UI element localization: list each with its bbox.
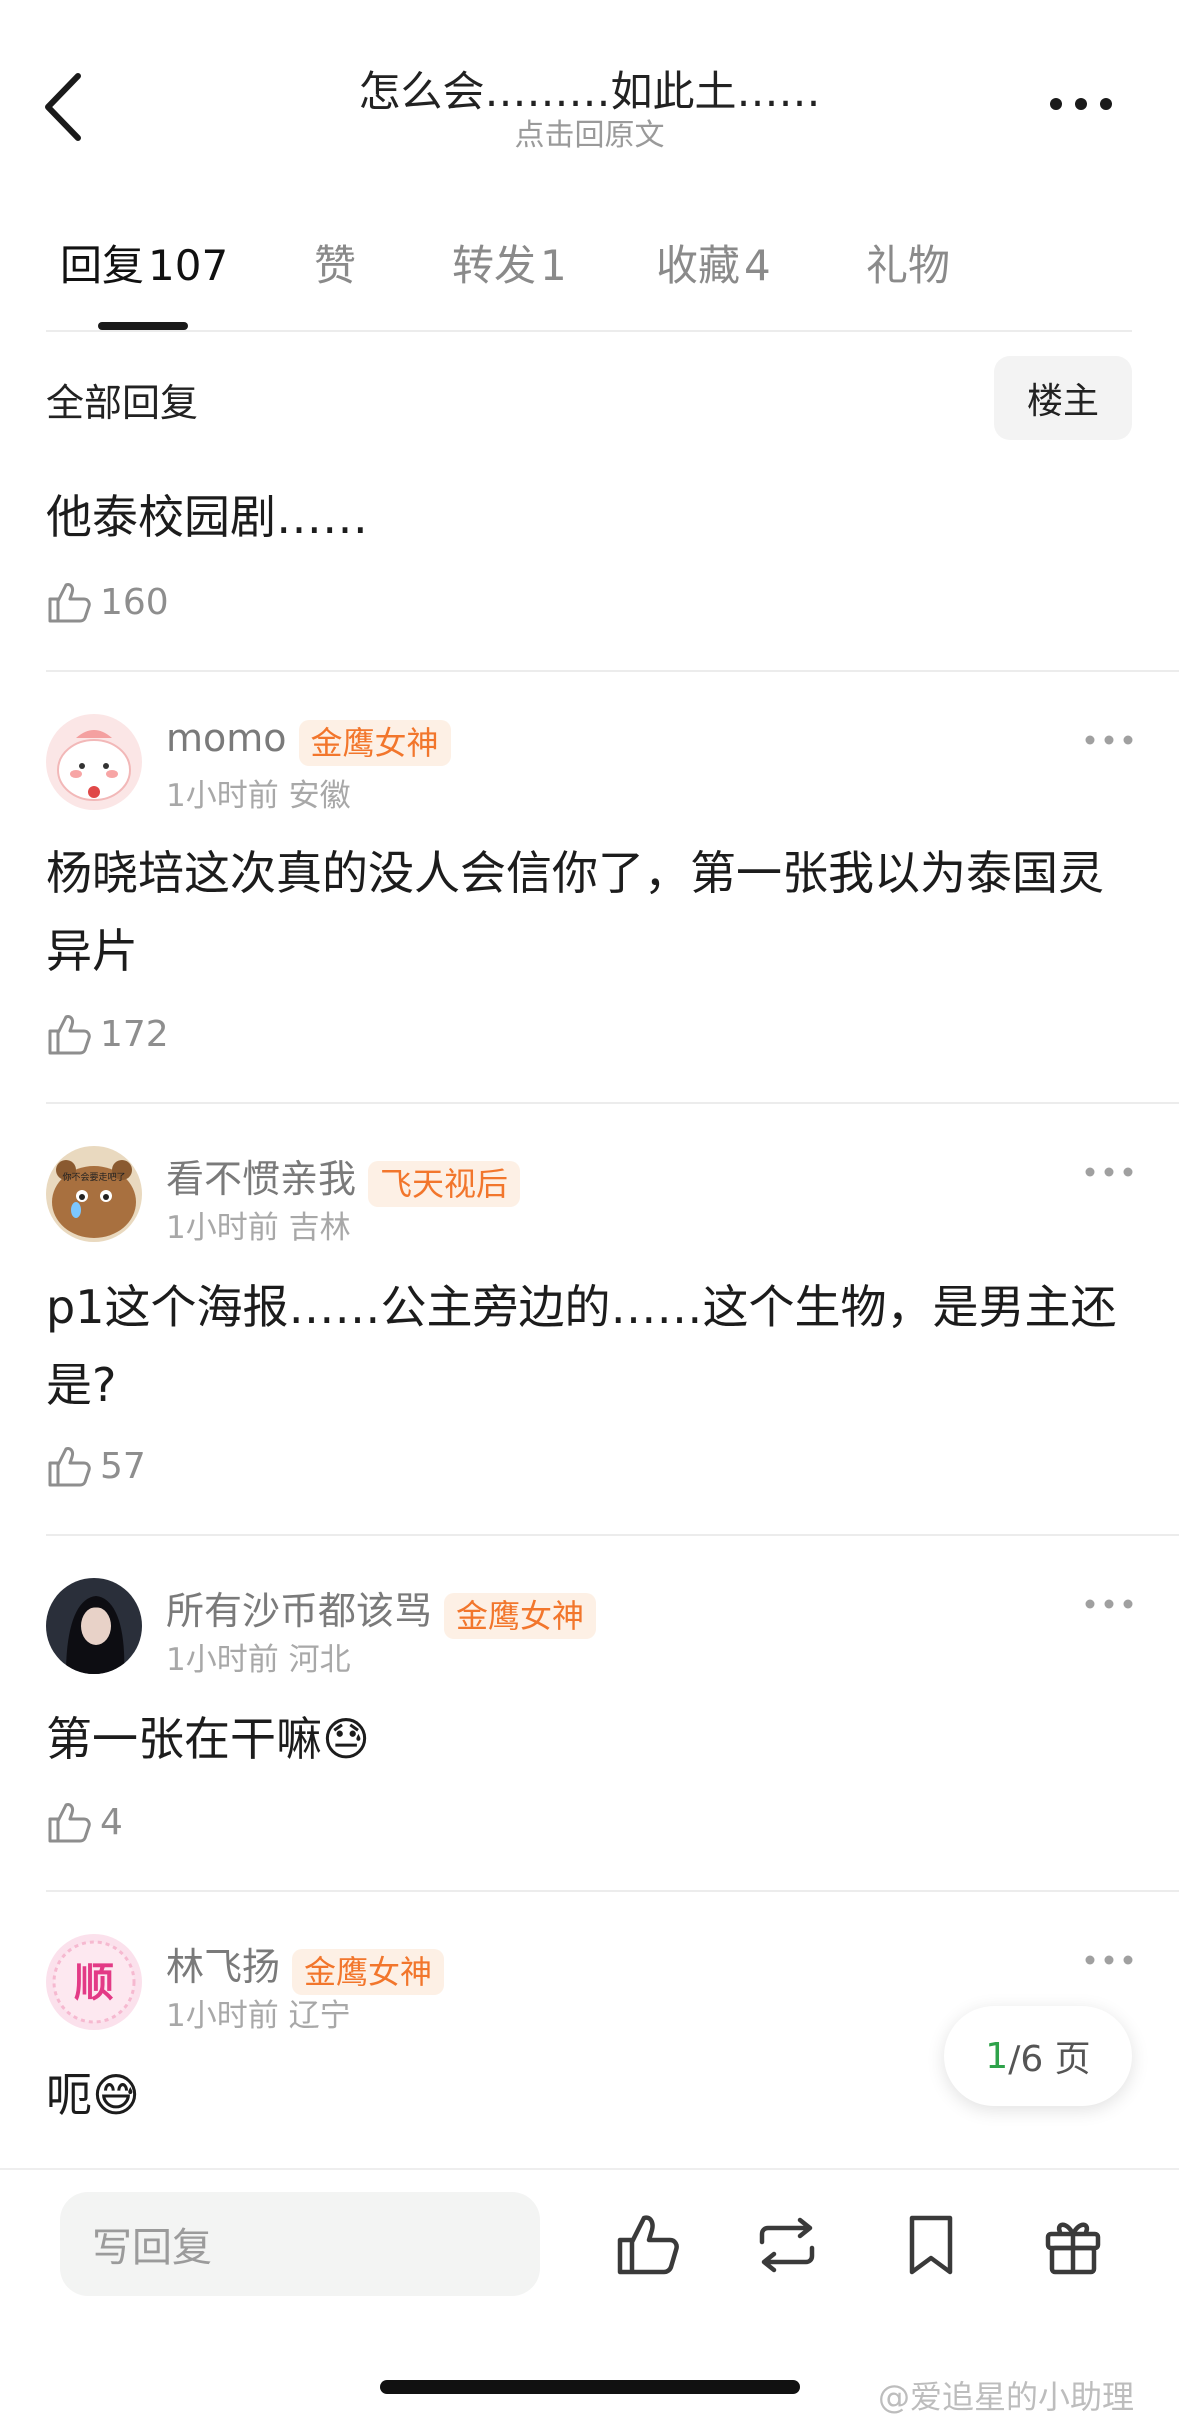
thumbs-up-icon xyxy=(48,583,91,623)
tab-likes[interactable]: 赞 xyxy=(314,232,360,293)
thumbs-up-icon xyxy=(617,2215,679,2275)
comment-more-button[interactable] xyxy=(1084,1162,1134,1182)
gift-button[interactable] xyxy=(1038,2210,1108,2280)
comment-more-button[interactable] xyxy=(1084,1950,1134,1970)
comment-more-button[interactable] xyxy=(1084,1594,1134,1614)
avatar[interactable]: 顺 xyxy=(46,1934,142,2030)
gift-icon xyxy=(1045,2222,1101,2275)
like-button[interactable]: 172 xyxy=(46,1004,169,1064)
divider xyxy=(46,1534,1179,1536)
comment-meta: 1小时前 河北 xyxy=(166,1642,351,1678)
more-horizontal-icon xyxy=(1085,1599,1133,1609)
like-button[interactable]: 57 xyxy=(46,1436,146,1496)
comment-username[interactable]: 看不惯亲我 飞天视后 xyxy=(166,1148,521,1207)
user-badge: 飞天视后 xyxy=(368,1160,521,1207)
comment-text: 他泰校园剧…… xyxy=(46,490,368,544)
avatar[interactable] xyxy=(46,1578,142,1674)
owner-filter-button[interactable]: 楼主 xyxy=(994,356,1132,440)
like-button[interactable]: 4 xyxy=(46,1792,123,1852)
comment-meta: 1小时前 吉林 xyxy=(166,1210,351,1246)
more-horizontal-icon xyxy=(1085,735,1133,745)
comment-more-button[interactable] xyxy=(1084,730,1134,750)
more-options-button[interactable] xyxy=(1046,84,1116,124)
comment-text: 第一张在干嘛😓 xyxy=(46,1712,370,1766)
comment-meta: 1小时前 辽宁 xyxy=(166,1998,351,2034)
repost-icon xyxy=(759,2217,815,2273)
page-indicator[interactable]: 1/6 页 xyxy=(944,2006,1132,2106)
tab-gifts[interactable]: 礼物 xyxy=(866,232,954,293)
divider xyxy=(46,670,1179,672)
user-badge: 金鹰女神 xyxy=(298,719,451,766)
tab-reposts[interactable]: 转发1 xyxy=(452,232,567,293)
back-to-original-link[interactable]: 点击回原文 xyxy=(0,110,1179,154)
comment-text: p1这个海报……公主旁边的……这个生物，是男主还是? xyxy=(46,1280,1117,1412)
thumbs-up-icon xyxy=(48,1447,91,1487)
comment-username[interactable]: 林飞扬 金鹰女神 xyxy=(166,1936,445,1995)
thumbs-up-icon xyxy=(48,1803,91,1843)
avatar[interactable]: 你不会要走吧了 xyxy=(46,1146,142,1242)
tab-favorites[interactable]: 收藏4 xyxy=(656,232,771,293)
active-tab-indicator xyxy=(98,322,188,330)
divider xyxy=(46,330,1132,332)
divider xyxy=(46,1890,1179,1892)
more-horizontal-icon xyxy=(1050,98,1112,110)
repost-button[interactable] xyxy=(752,2210,822,2280)
tab-replies[interactable]: 回复107 xyxy=(60,232,228,293)
comment-username[interactable]: 所有沙币都该骂 金鹰女神 xyxy=(166,1580,597,1639)
like-post-button[interactable] xyxy=(612,2210,682,2280)
reply-input[interactable]: 写回复 xyxy=(60,2192,540,2296)
avatar[interactable] xyxy=(46,714,142,810)
thumbs-up-icon xyxy=(48,1015,91,1055)
user-badge: 金鹰女神 xyxy=(292,1948,445,1995)
watermark: @爱追星的小助理 xyxy=(878,2378,1135,2416)
like-button[interactable]: 160 xyxy=(46,572,169,632)
more-horizontal-icon xyxy=(1085,1167,1133,1177)
all-replies-label: 全部回复 xyxy=(46,381,199,425)
user-badge: 金鹰女神 xyxy=(444,1592,597,1639)
bookmark-icon xyxy=(909,2215,953,2275)
comment-username[interactable]: momo 金鹰女神 xyxy=(166,716,451,766)
svg-text:顺: 顺 xyxy=(74,1960,114,2006)
home-indicator[interactable] xyxy=(380,2380,800,2394)
svg-text:你不会要走吧了: 你不会要走吧了 xyxy=(62,1171,125,1183)
divider xyxy=(46,1102,1179,1104)
bookmark-button[interactable] xyxy=(896,2210,966,2280)
more-horizontal-icon xyxy=(1085,1955,1133,1965)
comment-text: 杨晓培这次真的没人会信你了，第一张我以为泰国灵异片 xyxy=(46,846,1104,978)
comment-meta: 1小时前 安徽 xyxy=(166,778,351,814)
